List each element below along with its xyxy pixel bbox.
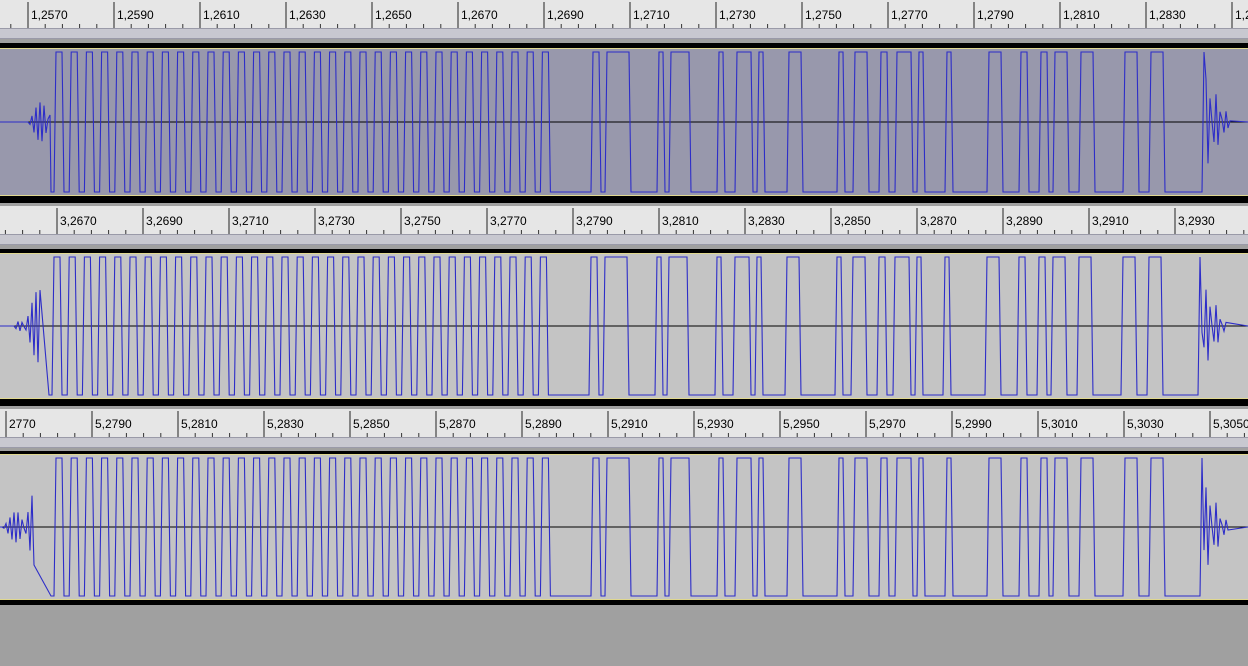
track-panel-1[interactable]: 1,2570 1,2590 1,2610 1,2630 1,2650 1,2670 1,26… xyxy=(0,0,1248,203)
ruler-tick-label: 1,2770 xyxy=(891,8,928,22)
empty-track-area[interactable] xyxy=(0,605,1248,666)
ruler-tick-label: 5,2970 xyxy=(869,417,906,431)
ruler-tick-label: 1,2670 xyxy=(461,8,498,22)
ruler-tick-label: 5,2850 xyxy=(353,417,390,431)
ruler-tick-label: 3,2930 xyxy=(1178,214,1215,228)
waveform-frame-2 xyxy=(0,249,1248,406)
ruler-tick-label: 1,2790 xyxy=(977,8,1014,22)
ruler-tick-label: 5,2910 xyxy=(611,417,648,431)
ruler-tick-label: 3,2710 xyxy=(232,214,269,228)
ruler-tick-label: 5,3030 xyxy=(1127,417,1164,431)
ruler-strip-2 xyxy=(0,234,1248,245)
waveform-frame-1 xyxy=(0,43,1248,203)
ruler-tick-label: 3,2810 xyxy=(662,214,699,228)
ruler-tick-label: 1,2850 xyxy=(1235,8,1248,22)
waveform-frame-3 xyxy=(0,451,1248,605)
ruler-tick-label: 1,2610 xyxy=(203,8,240,22)
ruler-tick-label: 3,2830 xyxy=(748,214,785,228)
timeline-ruler-2[interactable]: 3,2670 3,2690 3,2710 3,2730 3,2750 3,2770 3,27… xyxy=(0,206,1248,234)
waveform-track-3[interactable] xyxy=(0,454,1248,600)
ruler-tick-label: 5,2790 xyxy=(95,417,132,431)
ruler-tick-label: 1,2830 xyxy=(1149,8,1186,22)
ruler-tick-label: 5,2990 xyxy=(955,417,992,431)
ruler-strip-1 xyxy=(0,28,1248,39)
ruler-tick-label: 1,2650 xyxy=(375,8,412,22)
ruler-tick-label: 5,2930 xyxy=(697,417,734,431)
ruler-tick-label: 5,2810 xyxy=(181,417,218,431)
waveform-track-2[interactable] xyxy=(0,253,1248,399)
ruler-ticks-1: 1,2570 1,2590 1,2610 1,2630 1,2650 1,2670 1,26… xyxy=(10,2,1248,28)
ruler-tick-label: 1,2730 xyxy=(719,8,756,22)
ruler-tick-label: 1,2710 xyxy=(633,8,670,22)
ruler-tick-label: 3,2770 xyxy=(490,214,527,228)
ruler-tick-label: 3,2910 xyxy=(1092,214,1129,228)
ruler-tick-label: 1,2750 xyxy=(805,8,842,22)
ruler-ticks-3: 2770 5,2790 5,2810 5,2830 5,2850 5,2870 5,2890… xyxy=(5,411,1248,437)
ruler-tick-label: 3,2730 xyxy=(318,214,355,228)
ruler-ticks-2: 3,2670 3,2690 3,2710 3,2730 3,2750 3,2770 3,27… xyxy=(4,208,1245,234)
ruler-tick-label: 3,2690 xyxy=(146,214,183,228)
ruler-tick-label: 5,2870 xyxy=(439,417,476,431)
ruler-strip-3 xyxy=(0,437,1248,448)
ruler-tick-label: 3,2870 xyxy=(920,214,957,228)
ruler-tick-label: 5,2830 xyxy=(267,417,304,431)
ruler-tick-label: 1,2590 xyxy=(117,8,154,22)
track-panel-3[interactable]: 2770 5,2790 5,2810 5,2830 5,2850 5,2870 5,2890… xyxy=(0,409,1248,605)
timeline-ruler-1[interactable]: 1,2570 1,2590 1,2610 1,2630 1,2650 1,2670 1,26… xyxy=(0,0,1248,28)
ruler-tick-label: 5,2950 xyxy=(783,417,820,431)
ruler-tick-label: 5,2890 xyxy=(525,417,562,431)
ruler-tick-label: 5,3010 xyxy=(1041,417,1078,431)
track-panel-2[interactable]: 3,2670 3,2690 3,2710 3,2730 3,2750 3,2770 3,27… xyxy=(0,206,1248,406)
ruler-tick-label: 3,2890 xyxy=(1006,214,1043,228)
waveform-track-1[interactable] xyxy=(0,48,1248,196)
ruler-tick-label: 1,2570 xyxy=(31,8,68,22)
ruler-tick-label: 1,2630 xyxy=(289,8,326,22)
ruler-tick-label: 3,2750 xyxy=(404,214,441,228)
ruler-tick-label: 5,3050 xyxy=(1213,417,1248,431)
ruler-tick-label: 2770 xyxy=(9,417,36,431)
ruler-tick-label: 3,2790 xyxy=(576,214,613,228)
timeline-ruler-3[interactable]: 2770 5,2790 5,2810 5,2830 5,2850 5,2870 5,2890… xyxy=(0,409,1248,437)
ruler-tick-label: 3,2850 xyxy=(834,214,871,228)
ruler-tick-label: 1,2810 xyxy=(1063,8,1100,22)
ruler-tick-label: 3,2670 xyxy=(60,214,97,228)
ruler-tick-label: 1,2690 xyxy=(547,8,584,22)
